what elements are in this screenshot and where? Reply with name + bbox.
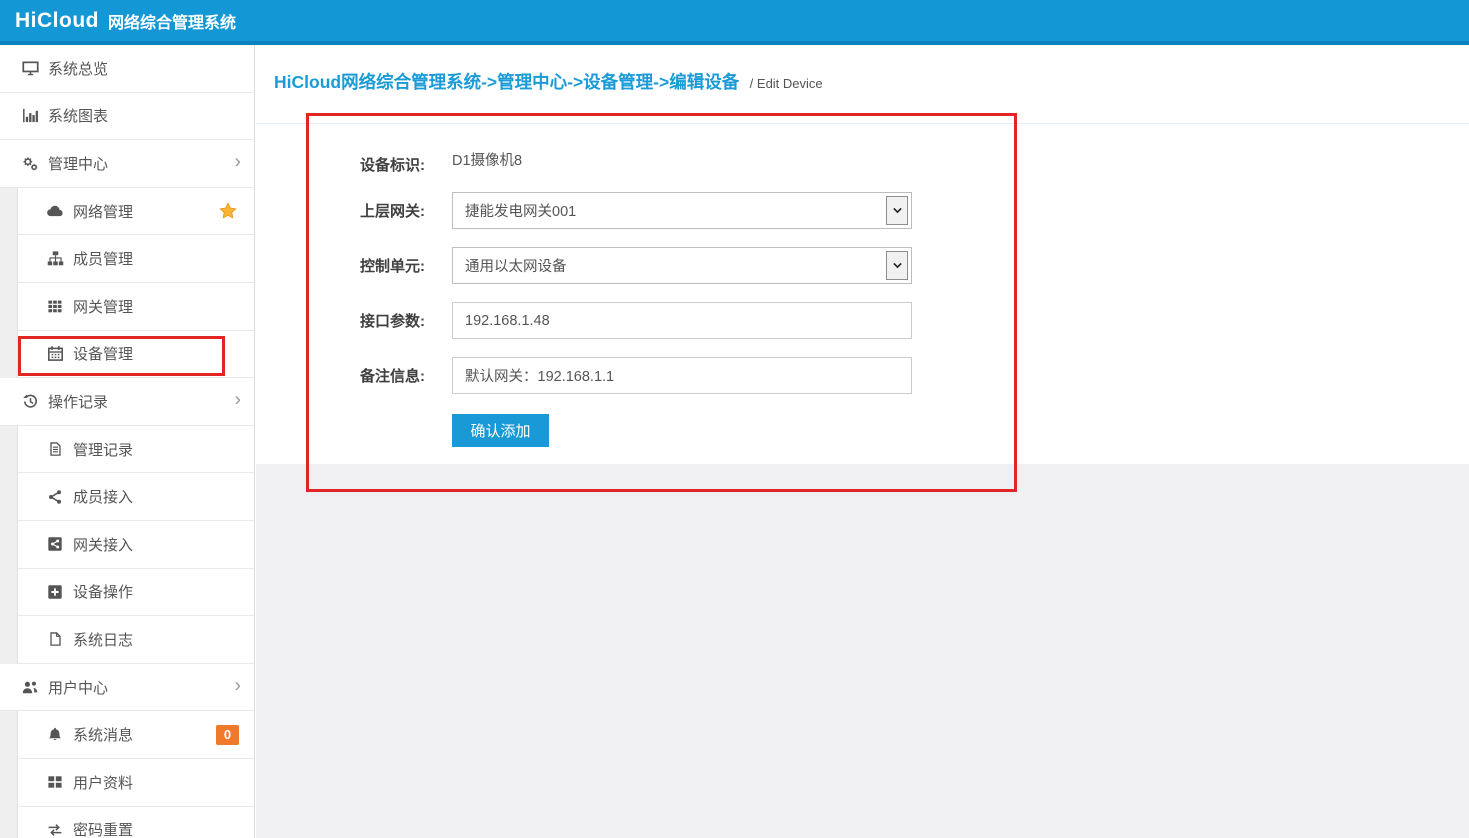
breadcrumb-path[interactable]: HiCloud网络综合管理系统->管理中心->设备管理->编辑设备 — [274, 72, 739, 92]
cogs-icon — [20, 155, 40, 172]
chevron-down-icon[interactable] — [886, 196, 908, 225]
sidebar-item-label: 系统图表 — [48, 105, 108, 126]
sidebar-item-label: 设备操作 — [73, 581, 133, 602]
sidebar-item-device-operation[interactable]: 设备操作 — [17, 569, 254, 617]
sidebar-item-device-management[interactable]: 设备管理 — [17, 331, 254, 379]
chevron-right-icon: › — [235, 676, 241, 695]
retweet-icon — [45, 822, 65, 838]
th-icon — [45, 298, 65, 314]
sidebar-item-management-records[interactable]: 管理记录 — [17, 426, 254, 474]
plus-square-icon — [45, 584, 65, 600]
interface-params-label: 接口参数: — [351, 310, 425, 331]
sidebar: 系统总览系统图表管理中心 › 网络管理成员管理网关管理设备管理操作记录 › 管理记录成员… — [0, 45, 255, 838]
main-content: HiCloud网络综合管理系统->管理中心->设备管理->编辑设备 / Edit… — [256, 45, 1469, 838]
sidebar-item-gateway-access[interactable]: 网关接入 — [17, 521, 254, 569]
sidebar-item-network-management[interactable]: 网络管理 — [17, 188, 254, 236]
sidebar-item-label: 密码重置 — [73, 819, 133, 838]
sidebar-item-member-access[interactable]: 成员接入 — [17, 473, 254, 521]
app-logo: HiCloud — [15, 9, 99, 33]
chevron-down-icon[interactable] — [886, 251, 908, 280]
calendar-icon — [45, 345, 65, 362]
share-square-icon — [45, 536, 65, 552]
remark-label: 备注信息: — [351, 365, 425, 386]
remark-input[interactable] — [452, 357, 912, 394]
chevron-right-icon: › — [235, 153, 241, 172]
breadcrumb: HiCloud网络综合管理系统->管理中心->设备管理->编辑设备 / Edit… — [256, 45, 1469, 123]
sidebar-item-label: 成员管理 — [73, 248, 133, 269]
app-header: HiCloud 网络综合管理系统 — [0, 0, 1469, 45]
upper-gateway-label: 上层网关: — [351, 200, 425, 221]
control-unit-label: 控制单元: — [351, 255, 425, 276]
sidebar-item-management-center[interactable]: 管理中心 › — [0, 140, 254, 188]
sidebar-item-label: 网关管理 — [73, 296, 133, 317]
star-icon — [219, 202, 237, 220]
sidebar-item-user-center[interactable]: 用户中心 › — [0, 664, 254, 712]
confirm-add-button[interactable]: 确认添加 — [452, 414, 549, 447]
control-unit-select[interactable]: 通用以太网设备 — [452, 247, 912, 284]
sidebar-item-system-logs[interactable]: 系统日志 — [17, 616, 254, 664]
chevron-right-icon: › — [235, 391, 241, 410]
sidebar-item-label: 系统消息 — [73, 724, 133, 745]
app-title: 网络综合管理系统 — [108, 9, 236, 33]
sidebar-item-label: 管理中心 — [48, 153, 108, 174]
sidebar-item-gateway-management[interactable]: 网关管理 — [17, 283, 254, 331]
interface-params-row: 接口参数: — [351, 302, 1469, 339]
sidebar-item-member-management[interactable]: 成员管理 — [17, 235, 254, 283]
sidebar-item-label: 系统总览 — [48, 58, 108, 79]
upper-gateway-selected-value: 捷能发电网关001 — [465, 200, 576, 221]
file-text-icon — [45, 441, 65, 457]
sidebar-item-system-charts[interactable]: 系统图表 — [0, 93, 254, 141]
upper-gateway-select[interactable]: 捷能发电网关001 — [452, 192, 912, 229]
file-icon — [45, 631, 65, 647]
th-large-icon — [45, 774, 65, 790]
sidebar-item-label: 设备管理 — [73, 343, 133, 364]
sidebar-item-label: 操作记录 — [48, 391, 108, 412]
sidebar-item-label: 网关接入 — [73, 534, 133, 555]
sidebar-item-system-overview[interactable]: 系统总览 — [0, 45, 254, 93]
device-id-row: 设备标识: D1摄像机8 — [351, 146, 1469, 183]
sidebar-item-label: 用户资料 — [73, 772, 133, 793]
device-id-value: D1摄像机8 — [452, 149, 522, 170]
notification-badge: 0 — [216, 725, 239, 745]
edit-device-form: 设备标识: D1摄像机8 上层网关: 捷能发电网关001 控制单元: 通用以太网… — [256, 123, 1469, 464]
device-id-label: 设备标识: — [351, 154, 425, 175]
sidebar-item-label: 用户中心 — [48, 677, 108, 698]
sidebar-item-system-messages[interactable]: 系统消息 0 — [17, 711, 254, 759]
sidebar-item-label: 成员接入 — [73, 486, 133, 507]
submit-row: 确认添加 — [351, 412, 1469, 449]
control-unit-selected-value: 通用以太网设备 — [465, 255, 567, 276]
history-icon — [20, 393, 40, 410]
users-icon — [20, 679, 40, 696]
breadcrumb-suffix: / Edit Device — [750, 76, 823, 91]
sidebar-item-label: 系统日志 — [73, 629, 133, 650]
sidebar-item-label: 管理记录 — [73, 439, 133, 460]
upper-gateway-row: 上层网关: 捷能发电网关001 — [351, 192, 1469, 229]
sidebar-item-operation-records[interactable]: 操作记录 › — [0, 378, 254, 426]
bar-chart-icon — [20, 107, 40, 124]
sidebar-item-user-profile[interactable]: 用户资料 — [17, 759, 254, 807]
sidebar-item-label: 网络管理 — [73, 201, 133, 222]
share-alt-icon — [45, 489, 65, 505]
sidebar-item-password-reset[interactable]: 密码重置 — [17, 807, 254, 838]
bell-icon — [45, 726, 65, 743]
control-unit-row: 控制单元: 通用以太网设备 — [351, 247, 1469, 284]
interface-params-input[interactable] — [452, 302, 912, 339]
sitemap-icon — [45, 250, 65, 267]
remark-row: 备注信息: — [351, 357, 1469, 394]
desktop-icon — [20, 60, 40, 77]
cloud-icon — [45, 202, 65, 220]
